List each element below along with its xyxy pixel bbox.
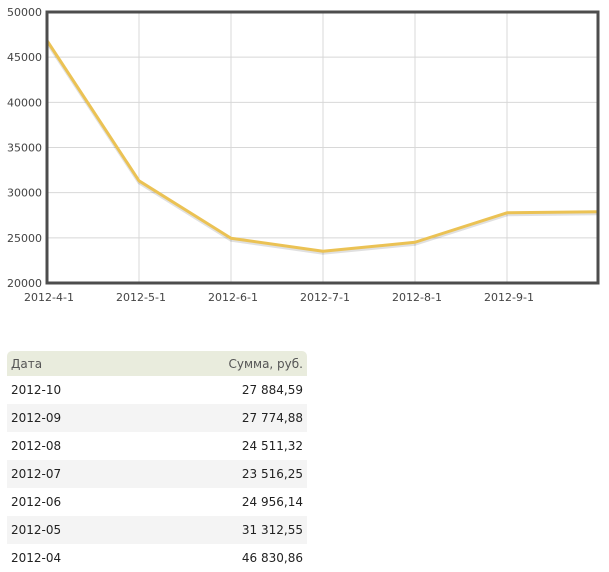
sums-table: Дата Сумма, руб. 2012-10 27 884,59 2012-0… [7, 351, 307, 572]
y-tick-label: 20000 [7, 277, 42, 290]
table-row: 2012-07 23 516,25 [7, 460, 307, 488]
cell-date: 2012-05 [7, 516, 131, 544]
table-row: 2012-05 31 312,55 [7, 516, 307, 544]
table-row: 2012-09 27 774,88 [7, 404, 307, 432]
x-tick-label: 2012-7-1 [300, 291, 350, 304]
cell-sum: 46 830,86 [241, 551, 303, 565]
x-tick-label: 2012-6-1 [208, 291, 258, 304]
cell-date: 2012-09 [7, 404, 131, 432]
y-tick-label: 35000 [7, 142, 42, 155]
header-sum[interactable]: Сумма, руб. [131, 351, 307, 376]
data-point [506, 212, 508, 214]
cell-date: 2012-10 [11, 383, 62, 397]
y-tick-label: 30000 [7, 187, 42, 200]
x-tick-label: 2012-8-1 [392, 291, 442, 304]
table-row: 2012-08 24 511,32 [7, 432, 307, 460]
data-point [138, 180, 140, 182]
table-header-row: Дата Сумма, руб. [7, 351, 307, 376]
data-point [322, 250, 324, 252]
cell-sum: 27 884,59 [241, 383, 303, 397]
cell-sum: 27 774,88 [131, 404, 307, 432]
table-row: 2012-06 24 956,14 [7, 488, 307, 516]
cell-sum: 31 312,55 [131, 516, 307, 544]
table-row: 2012-04 46 830,86 [7, 544, 307, 572]
line-chart: 20000 25000 30000 35000 40000 45000 50000 2012-… [7, 6, 600, 304]
table-row: 2012-10 27 884,59 [7, 376, 307, 404]
cell-date: 2012-04 [11, 551, 62, 565]
y-tick-label: 50000 [7, 6, 42, 19]
cell-sum: 23 516,25 [131, 460, 307, 488]
cell-sum: 24 511,32 [241, 439, 303, 453]
x-tick-label: 2012-4-1 [24, 291, 74, 304]
x-tick-label: 2012-9-1 [484, 291, 534, 304]
data-point [414, 241, 416, 243]
header-date[interactable]: Дата [7, 351, 131, 376]
cell-date: 2012-06 [11, 495, 62, 509]
cell-date: 2012-08 [11, 439, 62, 453]
data-point [230, 237, 232, 239]
y-tick-label: 25000 [7, 232, 42, 245]
y-tick-label: 45000 [7, 51, 42, 64]
x-tick-label: 2012-5-1 [116, 291, 166, 304]
cell-date: 2012-07 [7, 460, 131, 488]
cell-sum: 24 956,14 [241, 495, 303, 509]
y-tick-label: 40000 [7, 96, 42, 109]
